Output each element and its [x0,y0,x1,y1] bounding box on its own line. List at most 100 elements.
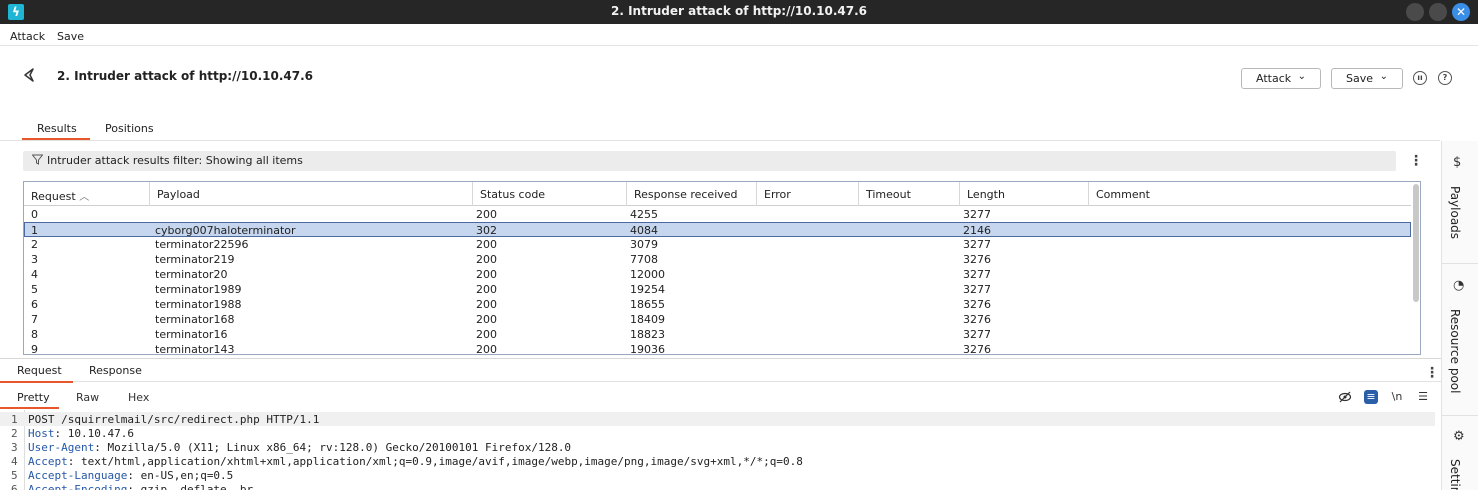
message-tabs: Request Response [0,358,1441,383]
table-cell-status-code: 200 [476,268,497,281]
request-line-text: User-Agent: Mozilla/5.0 (X11; Linux x86_… [28,441,571,454]
request-editor[interactable]: 1 POST /squirrelmail/src/redirect.php HTT… [0,410,1435,490]
tab-hex[interactable]: Hex [128,391,149,404]
side-tab-payloads[interactable]: Payloads [1448,186,1462,239]
maximize-button[interactable] [1429,3,1447,21]
column-header-comment[interactable]: Comment [1089,182,1411,206]
tab-raw[interactable]: Raw [76,391,99,404]
table-cell-payload: cyborg007haloterminator [155,224,296,237]
table-row[interactable]: 7 terminator168 200 18409 3276 [24,312,1411,327]
header-value: : gzip, deflate, br [127,483,254,490]
table-cell-status-code: 200 [476,313,497,326]
pause-icon[interactable]: ıı [1413,71,1427,85]
header-value: : en-US,en;q=0.5 [127,469,234,482]
tab-results[interactable]: Results [22,120,90,140]
table-cell-response-received: 18655 [630,298,665,311]
request-line-text: Accept-Language: en-US,en;q=0.5 [28,469,233,482]
table-cell-request: 8 [31,328,38,341]
side-divider [1442,415,1478,416]
side-panel: $ Payloads ◔ Resource pool ⚙ Settings [1441,141,1478,490]
table-cell-status-code: 200 [476,253,497,266]
table-row[interactable]: 8 terminator16 200 18823 3277 [24,327,1411,342]
table-cell-payload: terminator219 [155,253,235,266]
table-cell-status-code: 200 [476,283,497,296]
table-cell-request: 3 [31,253,38,266]
close-window-button[interactable]: ✕ [1452,3,1470,21]
table-row[interactable]: 3 terminator219 200 7708 3276 [24,252,1411,267]
request-line: 3 User-Agent: Mozilla/5.0 (X11; Linux x86… [0,440,1435,454]
header-value: : Mozilla/5.0 (X11; Linux x86_64; rv:128… [94,441,572,454]
table-cell-request: 4 [31,268,38,281]
column-header-length[interactable]: Length [960,182,1089,206]
hide-nonprintable-icon[interactable] [1338,390,1352,404]
table-cell-status-code: 200 [476,328,497,341]
table-cell-payload: terminator1989 [155,283,242,296]
tab-request[interactable]: Request [0,364,73,383]
line-number: 6 [11,483,18,490]
menu-attack[interactable]: Attack [10,30,45,43]
table-row[interactable]: 6 terminator1988 200 18655 3276 [24,297,1411,312]
column-header-response-received[interactable]: Response received [627,182,757,206]
request-line: 6 Accept-Encoding: gzip, deflate, br [0,482,1435,490]
table-cell-length: 3276 [963,298,991,311]
header-value: : text/html,application/xhtml+xml,applic… [67,455,803,468]
column-header-request[interactable]: Request ︿ [24,182,150,206]
table-cell-payload: terminator16 [155,328,228,341]
table-cell-payload: terminator20 [155,268,228,281]
table-cell-length: 3277 [963,328,991,341]
line-number: 4 [11,455,18,468]
sort-ascending-icon: ︿ [79,192,90,203]
menu-save[interactable]: Save [57,30,84,43]
column-header-status-code[interactable]: Status code [473,182,627,206]
editor-menu-icon[interactable]: ☰ [1416,390,1430,404]
table-cell-payload: terminator22596 [155,238,249,251]
table-row[interactable]: 0 200 4255 3277 [24,207,1411,222]
chevron-down-icon: ⌄ [1297,71,1306,82]
tab-positions[interactable]: Positions [105,120,175,140]
table-cell-status-code: 200 [476,208,497,221]
table-row[interactable]: 1 cyborg007haloterminator 302 4084 2146 [24,222,1411,237]
table-header: Request ︿ Payload Status code Response r… [24,182,1411,206]
table-cell-response-received: 3079 [630,238,658,251]
tab-pretty[interactable]: Pretty [0,391,59,409]
page-title: 2. Intruder attack of http://10.10.47.6 [57,69,313,83]
tab-response[interactable]: Response [89,364,142,377]
table-cell-request: 1 [31,224,38,237]
table-row[interactable]: 5 terminator1989 200 19254 3277 [24,282,1411,297]
column-header-error[interactable]: Error [757,182,859,206]
more-options-icon[interactable]: ⋮ [1409,154,1423,168]
table-cell-response-received: 7708 [630,253,658,266]
side-tab-settings[interactable]: Settings [1448,459,1462,490]
table-row[interactable]: 2 terminator22596 200 3079 3277 [24,237,1411,252]
table-row[interactable]: 9 terminator143 200 19036 3276 [24,342,1411,355]
line-number: 2 [11,427,18,440]
resource-pool-icon[interactable]: ◔ [1453,278,1464,293]
table-cell-status-code: 200 [476,298,497,311]
help-icon[interactable]: ? [1438,71,1452,85]
table-scrollbar[interactable] [1413,184,1419,302]
results-filter-bar[interactable]: Intruder attack results filter: Showing … [23,151,1396,171]
newline-toggle-icon[interactable]: \n [1390,390,1404,404]
table-cell-request: 7 [31,313,38,326]
payloads-icon[interactable]: $ [1453,155,1461,170]
table-cell-request: 5 [31,283,38,296]
table-cell-response-received: 18823 [630,328,665,341]
table-row[interactable]: 4 terminator20 200 12000 3277 [24,267,1411,282]
header-name: Accept-Encoding [28,483,128,490]
line-number: 1 [11,413,18,426]
save-menu-button[interactable]: Save ⌄ [1331,68,1403,89]
request-line-text: POST /squirrelmail/src/redirect.php HTTP… [28,413,319,426]
side-tab-resource-pool[interactable]: Resource pool [1448,309,1462,393]
request-line: 1 POST /squirrelmail/src/redirect.php HTT… [0,412,1435,426]
table-cell-status-code: 200 [476,238,497,251]
message-options-icon[interactable]: ⋮ [1425,366,1439,380]
column-header-timeout[interactable]: Timeout [859,182,960,206]
minimize-button[interactable] [1406,3,1424,21]
word-wrap-icon[interactable]: ≡ [1364,390,1378,404]
settings-gear-icon[interactable]: ⚙ [1453,429,1465,444]
attack-header: 2. Intruder attack of http://10.10.47.6 … [0,47,1478,113]
table-cell-response-received: 19036 [630,343,665,355]
request-line-text: Accept: text/html,application/xhtml+xml,… [28,455,803,468]
attack-menu-button[interactable]: Attack ⌄ [1241,68,1321,89]
column-header-payload[interactable]: Payload [150,182,473,206]
